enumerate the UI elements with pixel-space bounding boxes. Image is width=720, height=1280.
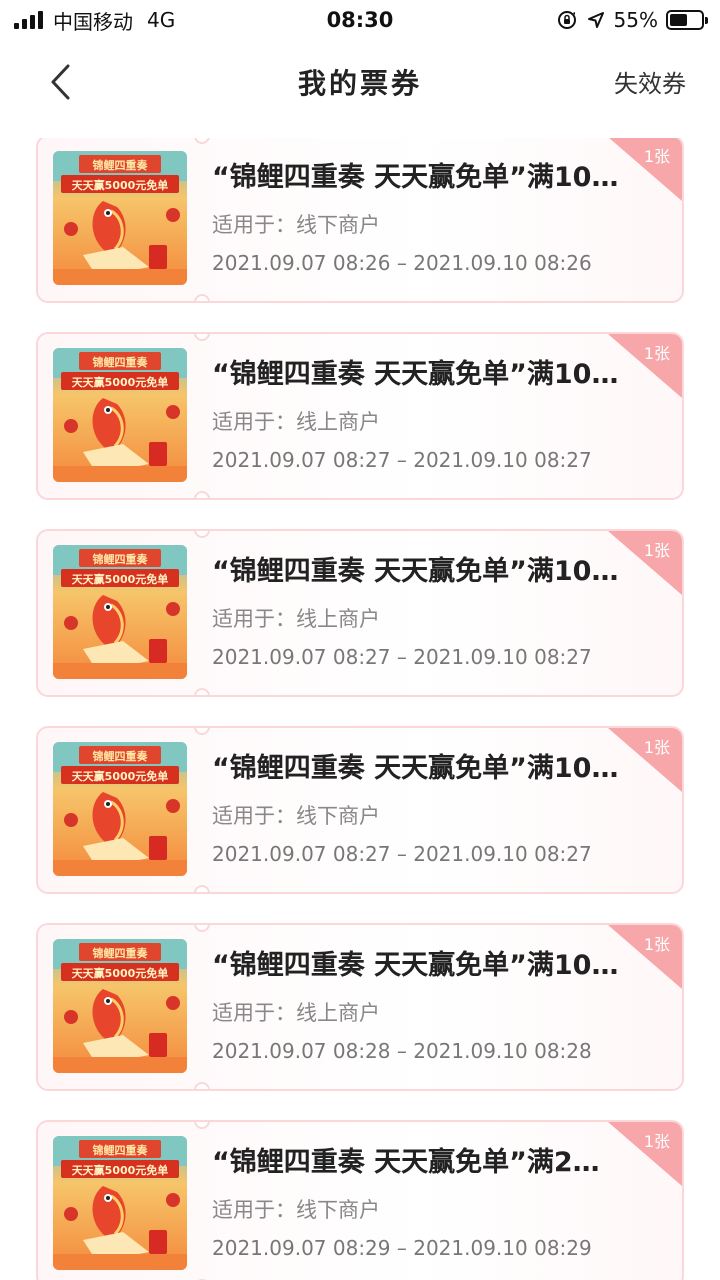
coupon-validity: 2021.09.07 08:29 – 2021.09.10 08:29 — [212, 1236, 592, 1260]
location-icon — [586, 10, 606, 30]
ticket-notch — [194, 688, 210, 695]
status-right: 55% — [556, 6, 708, 34]
ticket-notch — [194, 138, 210, 144]
count-badge: 1张 — [608, 531, 682, 595]
ticket-notch — [194, 1082, 210, 1089]
thumb-banner-main: 天天赢5000元免单 — [72, 966, 169, 980]
battery-icon — [666, 10, 708, 30]
battery-fill — [670, 14, 687, 26]
coupon-title: “锦鲤四重奏 天天赢免单”满10… — [212, 359, 619, 390]
ticket-notch — [194, 728, 210, 735]
ticket-notch — [194, 491, 210, 498]
coupon-scope: 适用于：线下商户 — [212, 804, 380, 828]
count-badge: 1张 — [608, 1122, 682, 1186]
coupon-card[interactable]: 锦鲤四重奏 天天赢5000元免单 “锦鲤四重奏 天天赢免单”满2… 适用于：线下… — [36, 1120, 684, 1280]
ticket-notch — [194, 925, 210, 932]
coupon-scope: 适用于：线上商户 — [212, 607, 380, 631]
coupon-validity: 2021.09.07 08:28 – 2021.09.10 08:28 — [212, 1039, 592, 1063]
expired-coupons-link[interactable]: 失效券 — [614, 64, 686, 99]
thumb-banner-top: 锦鲤四重奏 — [93, 946, 149, 960]
thumb-banner-top: 锦鲤四重奏 — [93, 749, 149, 763]
thumb-banner-top: 锦鲤四重奏 — [93, 552, 149, 566]
thumb-banner-main: 天天赢5000元免单 — [72, 375, 169, 389]
coupon-scope: 适用于：线上商户 — [212, 410, 380, 434]
coupon-thumbnail: 锦鲤四重奏 天天赢5000元免单 — [53, 742, 187, 876]
coupon-thumbnail: 锦鲤四重奏 天天赢5000元免单 — [53, 151, 187, 285]
count-badge: 1张 — [608, 138, 682, 201]
ticket-notch — [194, 885, 210, 892]
coupon-count: 1张 — [643, 1132, 670, 1151]
coupon-validity: 2021.09.07 08:27 – 2021.09.10 08:27 — [212, 645, 592, 669]
coupon-thumbnail: 锦鲤四重奏 天天赢5000元免单 — [53, 1136, 187, 1270]
coupon-count: 1张 — [643, 541, 670, 560]
coupon-scope: 适用于：线上商户 — [212, 1001, 380, 1025]
coupon-thumbnail: 锦鲤四重奏 天天赢5000元免单 — [53, 939, 187, 1073]
ticket-notch — [194, 294, 210, 301]
coupon-validity: 2021.09.07 08:27 – 2021.09.10 08:27 — [212, 842, 592, 866]
thumb-banner-main: 天天赢5000元免单 — [72, 1163, 169, 1177]
coupon-title: “锦鲤四重奏 天天赢免单”满10… — [212, 556, 619, 587]
battery-percent: 55% — [613, 8, 658, 32]
thumb-banner-main: 天天赢5000元免单 — [72, 572, 169, 586]
coupon-title: “锦鲤四重奏 天天赢免单”满2… — [212, 1147, 600, 1178]
ticket-notch — [194, 531, 210, 538]
page-title: 我的票券 — [297, 67, 422, 100]
coupon-count: 1张 — [643, 935, 670, 954]
coupon-count: 1张 — [643, 738, 670, 757]
coupon-count: 1张 — [643, 344, 670, 363]
ticket-notch — [194, 334, 210, 341]
count-badge: 1张 — [608, 925, 682, 989]
coupon-title: “锦鲤四重奏 天天赢免单”满10… — [212, 753, 619, 784]
coupon-title: “锦鲤四重奏 天天赢免单”满10… — [212, 950, 619, 981]
coupon-thumbnail: 锦鲤四重奏 天天赢5000元免单 — [53, 545, 187, 679]
thumb-banner-main: 天天赢5000元免单 — [72, 178, 169, 192]
coupon-scope: 适用于：线下商户 — [212, 1198, 380, 1222]
coupon-card[interactable]: 锦鲤四重奏 天天赢5000元免单 “锦鲤四重奏 天天赢免单”满10… 适用于：线… — [36, 138, 684, 303]
coupon-thumbnail: 锦鲤四重奏 天天赢5000元免单 — [53, 348, 187, 482]
ticket-notch — [194, 1122, 210, 1129]
coupon-list[interactable]: 锦鲤四重奏 天天赢5000元免单 “锦鲤四重奏 天天赢免单”满10… 适用于：线… — [0, 138, 720, 1280]
thumb-banner-top: 锦鲤四重奏 — [93, 158, 149, 172]
coupon-scope: 适用于：线下商户 — [212, 213, 380, 237]
coupon-card[interactable]: 锦鲤四重奏 天天赢5000元免单 “锦鲤四重奏 天天赢免单”满10… 适用于：线… — [36, 726, 684, 894]
coupon-validity: 2021.09.07 08:26 – 2021.09.10 08:26 — [212, 251, 592, 275]
coupon-title: “锦鲤四重奏 天天赢免单”满10… — [212, 162, 619, 193]
thumb-banner-top: 锦鲤四重奏 — [93, 355, 149, 369]
coupon-validity: 2021.09.07 08:27 – 2021.09.10 08:27 — [212, 448, 592, 472]
thumb-banner-main: 天天赢5000元免单 — [72, 769, 169, 783]
thumb-banner-top: 锦鲤四重奏 — [93, 1143, 149, 1157]
coupon-card[interactable]: 锦鲤四重奏 天天赢5000元免单 “锦鲤四重奏 天天赢免单”满10… 适用于：线… — [36, 529, 684, 697]
coupon-card[interactable]: 锦鲤四重奏 天天赢5000元免单 “锦鲤四重奏 天天赢免单”满10… 适用于：线… — [36, 332, 684, 500]
nav-header: 我的票券 失效券 — [0, 40, 720, 124]
count-badge: 1张 — [608, 728, 682, 792]
coupon-card[interactable]: 锦鲤四重奏 天天赢5000元免单 “锦鲤四重奏 天天赢免单”满10… 适用于：线… — [36, 923, 684, 1091]
orientation-lock-icon — [556, 9, 578, 31]
status-bar: 中国移动 4G 08:30 55% — [0, 0, 720, 40]
count-badge: 1张 — [608, 334, 682, 398]
coupon-count: 1张 — [643, 147, 670, 166]
